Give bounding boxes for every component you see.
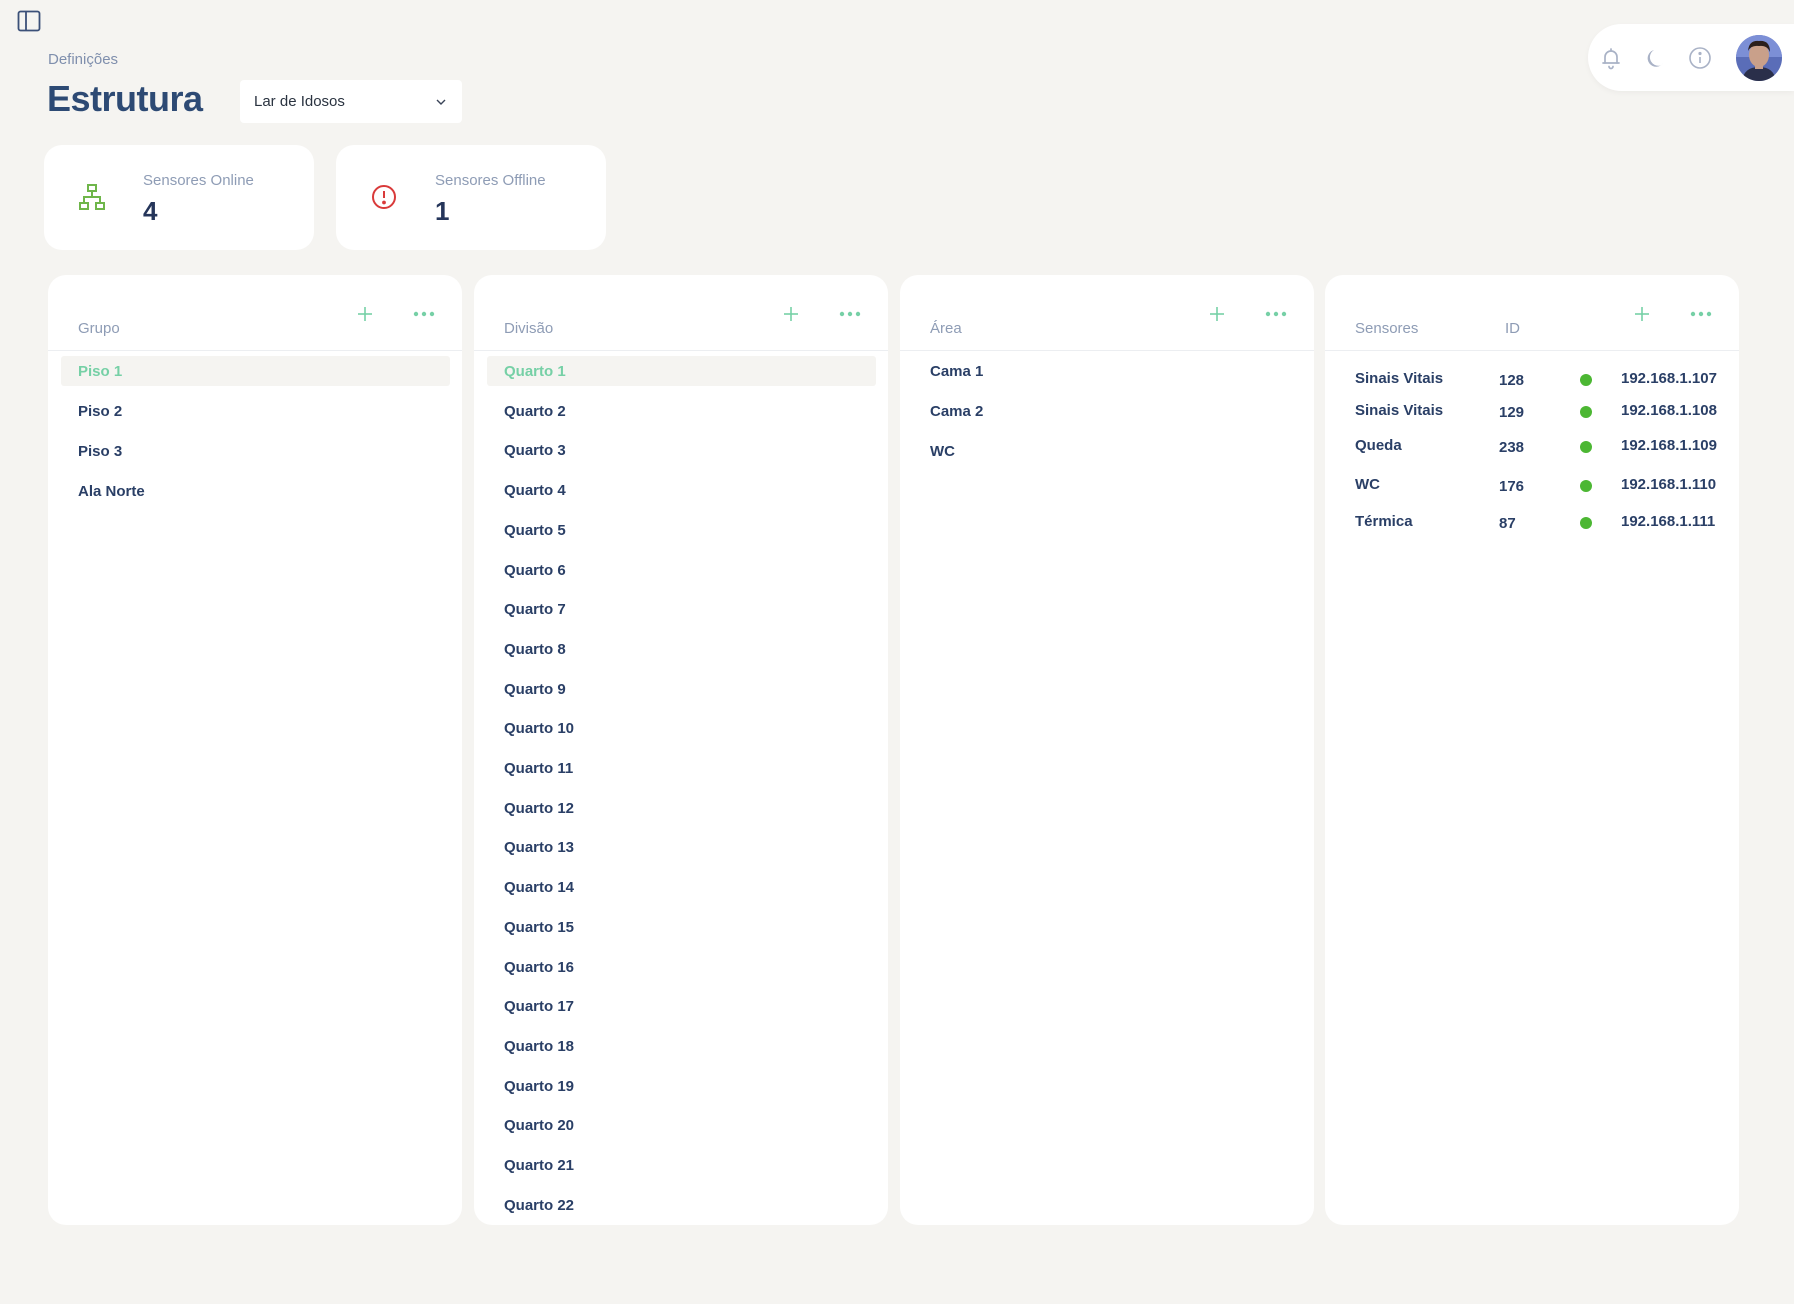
column-label-id: ID — [1505, 320, 1520, 337]
column-label-grupo: Grupo — [78, 320, 120, 337]
top-actions-bar — [1588, 24, 1794, 91]
panel-header: Área — [900, 275, 1314, 351]
stat-card-online: Sensores Online 4 — [44, 145, 314, 250]
add-icon[interactable] — [1632, 304, 1652, 324]
status-dot — [1580, 480, 1592, 492]
list-item[interactable]: Piso 2 — [78, 403, 122, 420]
stat-label: Sensores Offline — [435, 172, 546, 189]
list-item[interactable]: Quarto 8 — [504, 641, 566, 658]
list-item[interactable]: Ala Norte — [78, 483, 145, 500]
org-select[interactable]: Lar de Idosos — [240, 80, 462, 123]
list-item[interactable]: Cama 1 — [930, 363, 983, 380]
user-avatar[interactable] — [1736, 35, 1782, 81]
list-item[interactable]: Quarto 17 — [504, 998, 574, 1015]
sensor-name: Queda — [1355, 437, 1402, 454]
list-item[interactable]: Quarto 18 — [504, 1038, 574, 1055]
list-item[interactable]: Quarto 9 — [504, 681, 566, 698]
sensor-name: WC — [1355, 476, 1380, 493]
moon-icon[interactable] — [1644, 46, 1668, 70]
org-select-value: Lar de Idosos — [254, 93, 345, 110]
list-item[interactable]: Quarto 7 — [504, 601, 566, 618]
sensor-ip: 192.168.1.108 — [1621, 402, 1717, 419]
alert-circle-icon — [370, 183, 398, 211]
list-item[interactable]: Quarto 20 — [504, 1117, 574, 1134]
sensor-ip: 192.168.1.110 — [1621, 476, 1717, 493]
more-icon[interactable] — [1689, 304, 1713, 324]
sidebar-toggle-icon[interactable] — [17, 10, 41, 32]
list-item[interactable]: Quarto 4 — [504, 482, 566, 499]
list-item[interactable]: Quarto 12 — [504, 800, 574, 817]
more-icon[interactable] — [412, 304, 436, 324]
list-item[interactable]: Quarto 1 — [504, 363, 566, 380]
list-item[interactable]: Quarto 16 — [504, 959, 574, 976]
breadcrumb[interactable]: Definições — [48, 51, 118, 68]
add-icon[interactable] — [1207, 304, 1227, 324]
list-item[interactable]: Quarto 19 — [504, 1078, 574, 1095]
column-label-divisao: Divisão — [504, 320, 554, 337]
panel-grupo: Grupo Piso 1 Piso 2 Piso 3 Ala Norte — [48, 275, 462, 1225]
add-icon[interactable] — [355, 304, 375, 324]
sensor-name: Sinais Vitais — [1355, 402, 1444, 419]
list-item[interactable]: WC — [930, 443, 955, 460]
sensor-id: 176 — [1499, 478, 1525, 495]
stat-label: Sensores Online — [143, 172, 254, 189]
panel-divisao: Divisão Quarto 1 Quarto 2 Quarto 3 Quarto 4… — [474, 275, 888, 1225]
column-label-sensores: Sensores — [1355, 320, 1419, 337]
list-item[interactable]: Cama 2 — [930, 403, 983, 420]
list-item[interactable]: Quarto 11 — [504, 760, 573, 777]
status-dot — [1580, 374, 1592, 386]
panel-area: Área Cama 1 Cama 2 WC — [900, 275, 1314, 1225]
page-title: Estrutura — [47, 78, 203, 119]
status-dot — [1580, 517, 1592, 529]
panel-header: Grupo — [48, 275, 462, 351]
network-icon — [78, 183, 106, 211]
list-item[interactable]: Quarto 5 — [504, 522, 566, 539]
more-icon[interactable] — [1264, 304, 1288, 324]
chevron-down-icon — [436, 99, 446, 105]
sensor-id: 238 — [1499, 439, 1525, 456]
bell-icon[interactable] — [1599, 46, 1623, 70]
list-item[interactable]: Quarto 14 — [504, 879, 574, 896]
list-item[interactable]: Piso 1 — [78, 363, 122, 380]
sensor-name: Sinais Vitais — [1355, 370, 1444, 387]
more-icon[interactable] — [838, 304, 862, 324]
stat-value: 4 — [143, 196, 158, 226]
status-dot — [1580, 406, 1592, 418]
sensor-id: 87 — [1499, 515, 1516, 532]
status-dot — [1580, 441, 1592, 453]
list-item[interactable]: Quarto 15 — [504, 919, 574, 936]
list-item[interactable]: Quarto 22 — [504, 1197, 574, 1214]
sensor-ip: 192.168.1.107 — [1621, 370, 1717, 387]
list-item[interactable]: Quarto 13 — [504, 839, 574, 856]
stat-value: 1 — [435, 196, 450, 226]
list-item[interactable]: Piso 3 — [78, 443, 122, 460]
list-item[interactable]: Quarto 10 — [504, 720, 574, 737]
list-item[interactable]: Quarto 2 — [504, 403, 566, 420]
sensor-name: Térmica — [1355, 513, 1413, 530]
panel-header: Divisão — [474, 275, 888, 351]
sensor-ip: 192.168.1.109 — [1621, 437, 1717, 454]
add-icon[interactable] — [781, 304, 801, 324]
list-item[interactable]: Quarto 21 — [504, 1157, 574, 1174]
list-item[interactable]: Quarto 3 — [504, 442, 566, 459]
panel-header: Sensores ID — [1325, 275, 1739, 351]
panel-sensores: Sensores ID Sinais Vitais 128 192.168.1.10… — [1325, 275, 1739, 1225]
stat-card-offline: Sensores Offline 1 — [336, 145, 606, 250]
sensor-ip: 192.168.1.111 — [1621, 513, 1716, 530]
list-item[interactable]: Quarto 6 — [504, 562, 566, 579]
sensor-id: 129 — [1499, 404, 1525, 421]
column-label-area: Área — [930, 320, 962, 337]
sensor-id: 128 — [1499, 372, 1525, 389]
info-icon[interactable] — [1688, 46, 1712, 70]
